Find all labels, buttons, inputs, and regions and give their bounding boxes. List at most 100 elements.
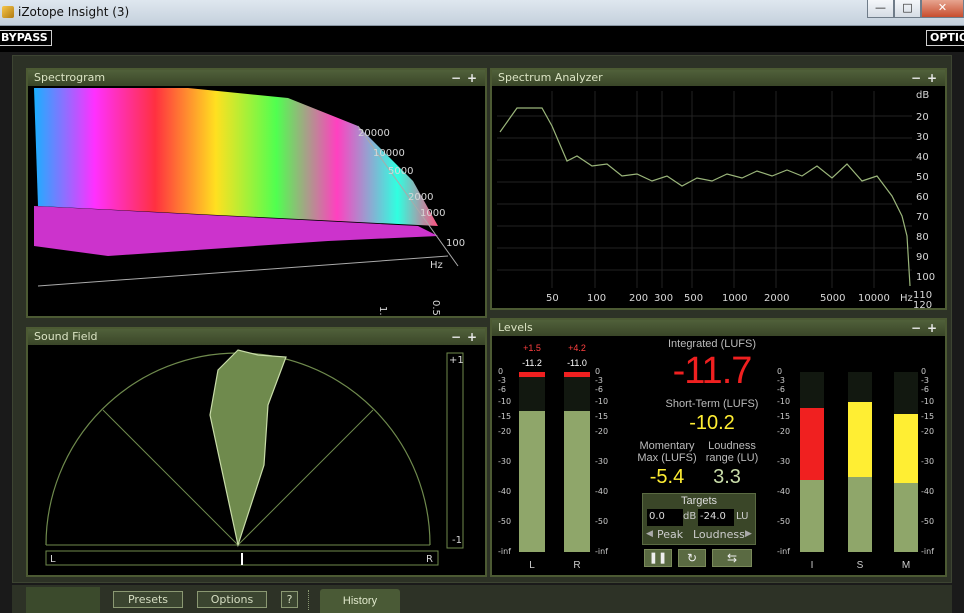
- scale-tick: -inf: [777, 547, 790, 556]
- targets-title: Targets: [680, 495, 718, 507]
- freq-unit: Hz: [900, 293, 913, 304]
- tab-history[interactable]: History: [320, 589, 400, 613]
- scale-tick: -40: [921, 487, 935, 496]
- expand-icon[interactable]: +: [927, 321, 937, 335]
- scale-tick: -30: [595, 457, 609, 466]
- target-right-arrow-icon[interactable]: ▶: [745, 529, 752, 539]
- spectrum-analyzer-panel: Spectrum Analyzer − + dB 20 30 40 50 60 …: [490, 68, 947, 310]
- freq-tick: 50: [546, 293, 559, 304]
- options-button[interactable]: Options: [197, 591, 267, 608]
- scale-tick: -3: [595, 376, 603, 385]
- spectrum-grid: [497, 91, 912, 288]
- scale-tick: -50: [777, 517, 791, 526]
- sound-field-plot: L R +1 -1: [45, 349, 464, 566]
- help-button[interactable]: ?: [281, 591, 298, 608]
- peak-value-L: -11.2: [522, 358, 542, 368]
- freq-label: 1000: [420, 208, 445, 219]
- target-left-arrow-icon[interactable]: ◀: [646, 529, 653, 539]
- options-menu-button[interactable]: OPTIO: [926, 30, 964, 46]
- scale-tick: -10: [777, 397, 791, 406]
- spectrum-plot: dB 20 30 40 50 60 70 80 90 100 110 120 5…: [497, 90, 935, 308]
- scale-tick: -10: [921, 397, 935, 406]
- db-tick: 120: [913, 300, 932, 308]
- meter-S: [848, 372, 872, 552]
- scale-tick: -15: [498, 412, 512, 421]
- spectrum-curve: [499, 107, 911, 287]
- reset-icon[interactable]: ↻: [678, 549, 706, 567]
- scale-tick: -50: [595, 517, 609, 526]
- toolbar: [0, 26, 964, 52]
- freq-tick: 500: [684, 293, 703, 304]
- scale-tick: -20: [595, 427, 609, 436]
- panel-title: Spectrogram: [34, 71, 106, 84]
- targets-box: Targets 0.0 dB -24.0 LU ◀ Peak Loudness …: [642, 493, 756, 545]
- peak-hold-R: +4.2: [568, 343, 586, 353]
- balance-left-label: L: [50, 554, 56, 565]
- scale-tick: -6: [921, 385, 929, 394]
- freq-label: 5000: [388, 166, 413, 177]
- panel-title: Levels: [498, 321, 533, 334]
- peak-target-label: Peak: [657, 528, 684, 541]
- window-titlebar: iZotope Insight (3): [0, 0, 964, 26]
- close-button[interactable]: ✕: [921, 0, 964, 18]
- loop-icon[interactable]: ⇆: [712, 549, 752, 567]
- minimize-button[interactable]: —: [867, 0, 894, 18]
- scale-tick: -inf: [595, 547, 608, 556]
- window-title: iZotope Insight (3): [18, 5, 130, 19]
- expand-icon[interactable]: +: [927, 71, 937, 85]
- collapse-icon[interactable]: −: [451, 330, 461, 344]
- freq-unit: Hz: [430, 260, 443, 271]
- scale-tick: -30: [498, 457, 512, 466]
- db-tick: 30: [916, 132, 929, 143]
- scale-tick: -3: [921, 376, 929, 385]
- db-tick: 40: [916, 152, 929, 163]
- pause-button[interactable]: ❚❚: [644, 549, 672, 567]
- expand-icon[interactable]: +: [467, 71, 477, 85]
- collapse-icon[interactable]: −: [911, 71, 921, 85]
- time-label: 0.5 s: [430, 300, 441, 316]
- scale-tick: -3: [777, 376, 785, 385]
- freq-tick: 200: [629, 293, 648, 304]
- panel-header: Sound Field: [28, 329, 485, 345]
- collapse-icon[interactable]: −: [451, 71, 461, 85]
- level-scale-left: 0 0 -3 -3 -6 -6 -10 -10 -15 -15 -20 -20 -30 -30 -40 -40…: [492, 367, 622, 558]
- presets-button[interactable]: Presets: [113, 591, 183, 608]
- meter-I: [800, 372, 824, 552]
- db-tick: 70: [916, 212, 929, 223]
- freq-label: 100: [446, 238, 465, 249]
- loudness-target-field[interactable]: -24.0: [698, 509, 734, 526]
- scale-tick: -20: [498, 427, 512, 436]
- freq-tick: 2000: [764, 293, 789, 304]
- meter-L-clip: [519, 372, 545, 377]
- db-unit: dB: [916, 90, 929, 101]
- bypass-button[interactable]: BYPASS: [0, 30, 52, 46]
- meter-label-S: S: [856, 560, 864, 571]
- momentary-label-2: Max (LUFS): [637, 452, 697, 464]
- scale-tick: -40: [777, 487, 791, 496]
- scale-tick: -50: [498, 517, 512, 526]
- panel-header: Levels: [492, 320, 945, 336]
- meter-I-fill: [800, 408, 824, 552]
- db-tick: 100: [916, 272, 935, 283]
- time-axis: [37, 255, 449, 287]
- scale-tick: -6: [777, 385, 785, 394]
- spectrogram-plot: 20000 10000 5000 2000 1000 100 Hz 0.5 s …: [34, 88, 465, 316]
- bottom-tab-blank[interactable]: [26, 587, 100, 613]
- peak-hold-L: +1.5: [523, 343, 541, 353]
- panel-header: Spectrogram: [28, 70, 485, 86]
- panel-title: Sound Field: [34, 330, 98, 343]
- correlation-meter: [446, 352, 464, 549]
- maximize-button[interactable]: □: [894, 0, 921, 18]
- meter-R-clip: [564, 372, 590, 377]
- scale-tick: -15: [921, 412, 935, 421]
- meter-label-M: M: [901, 560, 911, 571]
- panel-title: Spectrum Analyzer: [498, 71, 603, 84]
- scale-tick: -50: [921, 517, 935, 526]
- peak-target-field[interactable]: 0.0: [647, 509, 683, 526]
- collapse-icon[interactable]: −: [911, 321, 921, 335]
- scale-tick: 0: [921, 367, 927, 376]
- scale-tick: -20: [777, 427, 791, 436]
- expand-icon[interactable]: +: [467, 330, 477, 344]
- db-tick: 90: [916, 252, 929, 263]
- db-tick: 50: [916, 172, 929, 183]
